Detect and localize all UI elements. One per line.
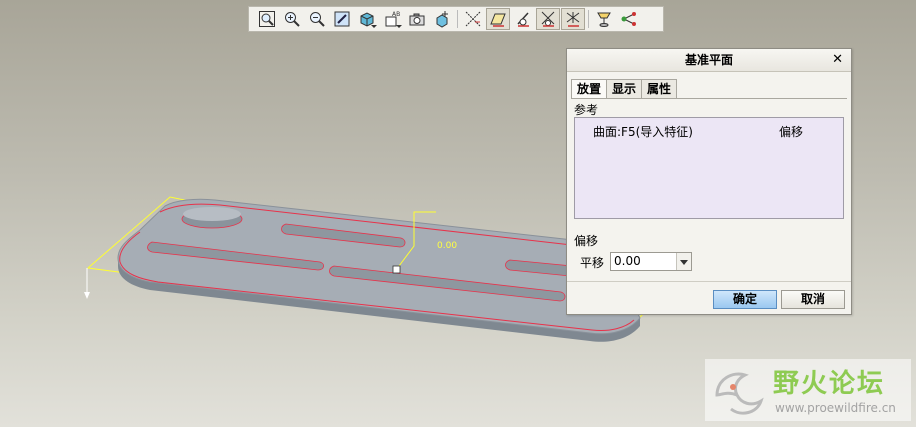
zoom-fit-button[interactable] — [255, 8, 279, 30]
coordinate-system-button[interactable] — [536, 8, 560, 30]
datum-plane-display-icon — [490, 13, 506, 27]
offset-section-label: 偏移 — [574, 234, 599, 248]
annotation-icon — [566, 12, 580, 27]
ok-button[interactable]: 确定 — [713, 290, 777, 309]
references-label: 参考 — [574, 103, 599, 117]
view-toolbar: AB — [248, 6, 664, 32]
list-item[interactable]: 曲面:F5(导入特征) 偏移 — [593, 123, 833, 140]
tab-display[interactable]: 显示 — [606, 79, 643, 98]
camera-icon — [409, 13, 425, 26]
zoom-out-button[interactable] — [305, 8, 329, 30]
toolbar-separator — [588, 10, 589, 28]
repaint-button[interactable] — [330, 8, 354, 30]
footer-divider — [567, 281, 851, 282]
saved-views-button[interactable]: AB — [380, 8, 404, 30]
spin-center-button[interactable] — [430, 8, 454, 30]
watermark: 野火论坛 www.proewildfire.cn — [705, 359, 911, 421]
watermark-logo-icon — [715, 372, 764, 415]
dropdown-arrow-icon — [371, 25, 377, 28]
watermark-url: www.proewildfire.cn — [775, 401, 896, 415]
translate-label: 平移 — [580, 256, 605, 270]
direction-arrow-head — [84, 292, 90, 299]
datum-plane-display-button[interactable] — [486, 8, 510, 30]
tab-placement[interactable]: 放置 — [571, 79, 608, 99]
tab-properties[interactable]: 属性 — [641, 79, 678, 98]
zoom-in-button[interactable] — [280, 8, 304, 30]
translate-value: 0.00 — [614, 254, 641, 268]
coordinate-system-icon — [541, 11, 555, 27]
dialog-title: 基准平面 — [684, 53, 733, 67]
display-style-button[interactable] — [355, 8, 379, 30]
annotation-button[interactable] — [561, 8, 585, 30]
circular-pocket-rim — [183, 207, 241, 221]
dropdown-arrow-icon — [396, 25, 402, 28]
camera-button[interactable] — [405, 8, 429, 30]
repaint-icon — [334, 11, 350, 27]
datum-point-display-button[interactable] — [511, 8, 535, 30]
cancel-button[interactable]: 取消 — [781, 290, 845, 309]
dialog-tabs: 放置 显示 属性 — [571, 79, 678, 99]
reference-constraint[interactable]: 偏移 — [779, 123, 803, 140]
network-icon — [621, 12, 636, 26]
dialog-title-bar[interactable]: 基准平面 ✕ — [567, 49, 851, 72]
offset-dimension-label[interactable]: 0.00 — [437, 241, 457, 251]
watermark-title: 野火论坛 — [773, 369, 886, 399]
close-icon[interactable]: ✕ — [832, 49, 843, 71]
reorient-button[interactable] — [592, 8, 616, 30]
datum-axis-button[interactable] — [461, 8, 485, 30]
reorient-icon — [597, 12, 611, 27]
drag-handle — [392, 265, 401, 274]
datum-point-display-icon — [517, 12, 529, 27]
zoom-fit-icon — [259, 11, 275, 27]
network-button[interactable] — [617, 8, 641, 30]
toolbar-separator — [457, 10, 458, 28]
svg-text:AB: AB — [392, 11, 400, 18]
reference-item: 曲面:F5(导入特征) — [593, 125, 693, 139]
spin-center-icon — [436, 11, 448, 28]
chevron-down-icon[interactable] — [676, 253, 691, 270]
datum-axis-icon — [465, 11, 481, 27]
zoom-out-icon — [310, 12, 325, 27]
tab-panel-border — [571, 98, 847, 99]
zoom-in-icon — [285, 12, 300, 27]
translate-value-combo[interactable]: 0.00 — [610, 252, 692, 271]
datum-plane-dialog: 基准平面 ✕ 放置 显示 属性 参考 曲面:F5(导入特征) 偏移 偏移 平移 … — [566, 48, 852, 315]
references-list[interactable]: 曲面:F5(导入特征) 偏移 — [574, 117, 844, 219]
